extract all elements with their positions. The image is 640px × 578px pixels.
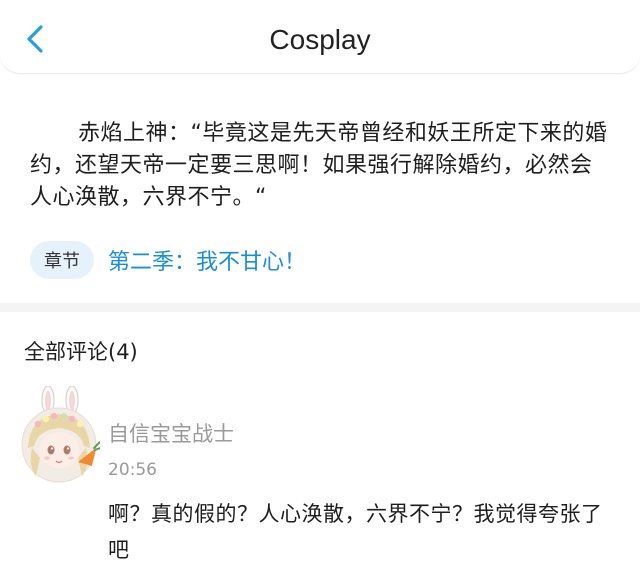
page-title: Cosplay: [269, 24, 371, 55]
comment-text: 啊？真的假的？人心涣散，六界不宁？我觉得夸张了吧: [108, 502, 603, 562]
section-divider: [0, 303, 640, 312]
chapter-tag: 章节: [30, 241, 94, 279]
user-avatar[interactable]: [18, 385, 101, 484]
story-excerpt: 赤焰上神：“毕竟这是先天帝曾经和妖王所定下来的婚约，还望天帝一定要三思啊！如果强…: [30, 121, 608, 210]
chapter-row: 章节 第二季：我不甘心！: [30, 241, 306, 279]
top-bar: Cosplay: [0, 0, 640, 74]
comment-username[interactable]: 自信宝宝战士: [108, 418, 234, 448]
comment-time: 20:56: [108, 460, 157, 480]
bunny-girl-avatar-icon: [21, 385, 101, 483]
chapter-link[interactable]: 第二季：我不甘心！: [108, 244, 306, 276]
comments-heading: 全部评论(4): [24, 340, 138, 364]
